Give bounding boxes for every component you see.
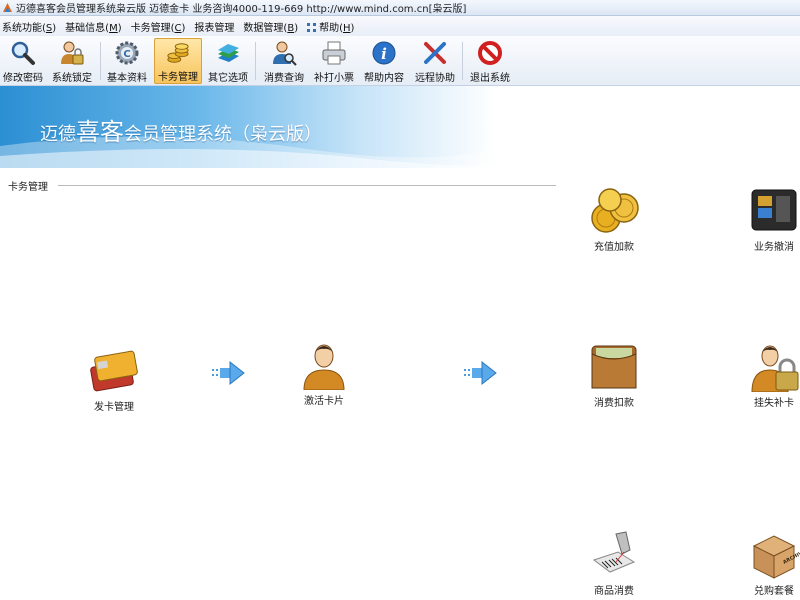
menu-card-management[interactable]: 卡务管理(C) [131, 19, 190, 34]
package-redeem-button[interactable]: ARCHIVE 兑购套餐 [748, 530, 800, 597]
consume-deduct-button[interactable]: 消费扣款 [588, 342, 640, 409]
credit-cards-icon [90, 350, 138, 392]
section-divider [58, 185, 556, 186]
help-content-button[interactable]: i 帮助内容 [362, 38, 406, 84]
recharge-button[interactable]: 充值加款 [588, 186, 640, 253]
svg-text:C: C [123, 49, 130, 60]
activate-card-button[interactable]: 激活卡片 [298, 340, 350, 407]
banner-title: 迈德喜客会员管理系统（枭云版） [40, 118, 322, 146]
flow-arrow-icon [212, 360, 245, 386]
window-title: 迈德喜客会员管理系统枭云版 迈德金卡 业务咨询4000-119-669 http… [16, 4, 467, 15]
toolbar-separator [100, 42, 101, 80]
toolbar: 修改密码 系统锁定 C 基本资料 卡务管理 其它选项 消费查询 补打小票 i 帮… [0, 36, 800, 86]
user-icon [303, 344, 345, 390]
gold-coins-icon [591, 188, 639, 233]
reprint-receipt-button[interactable]: 补打小票 [312, 38, 356, 84]
wallet-icon [751, 189, 797, 231]
stop-icon [478, 41, 502, 65]
section-title: 卡务管理 [8, 182, 48, 193]
remote-assist-button[interactable]: 远程协助 [412, 38, 458, 84]
tools-icon [424, 42, 446, 64]
other-options-button[interactable]: 其它选项 [206, 38, 250, 84]
svg-text:i: i [381, 45, 387, 63]
menu-bar: 系统功能(S) 基础信息(M) 卡务管理(C) 报表管理 数据管理(B) 帮助(… [0, 16, 800, 36]
card-management-button[interactable]: 卡务管理 [154, 38, 202, 84]
menu-reports[interactable]: 报表管理 [194, 19, 238, 34]
toolbar-separator [462, 42, 463, 80]
user-search-icon [273, 41, 297, 66]
cancel-transaction-button[interactable]: 业务撤消 [748, 186, 800, 253]
printer-icon [322, 41, 346, 65]
app-icon [3, 3, 12, 12]
change-password-button[interactable]: 修改密码 [2, 38, 44, 84]
issue-card-button[interactable]: 发卡管理 [88, 346, 140, 413]
exit-system-button[interactable]: 退出系统 [467, 38, 513, 84]
user-padlock-icon [751, 345, 799, 392]
consumption-query-button[interactable]: 消费查询 [260, 38, 308, 84]
leather-wallet-icon [591, 345, 637, 389]
user-lock-icon [61, 41, 84, 65]
toolbar-separator [255, 42, 256, 80]
info-icon: i [372, 41, 396, 65]
grid-icon [307, 22, 317, 32]
barcode-scanner-icon [592, 531, 636, 573]
flow-arrow-icon [464, 360, 497, 386]
menu-help[interactable]: 帮助(H) [307, 19, 358, 34]
gear-icon: C [115, 41, 139, 65]
menu-basic-info[interactable]: 基础信息(M) [65, 19, 125, 34]
menu-system[interactable]: 系统功能(S) [2, 19, 60, 34]
coins-icon [167, 43, 189, 63]
goods-consume-button[interactable]: 商品消费 [588, 530, 640, 597]
menu-data[interactable]: 数据管理(B) [243, 19, 302, 34]
banner: 迈德喜客会员管理系统（枭云版） [0, 86, 800, 168]
magnifier-icon [11, 41, 35, 65]
system-lock-button[interactable]: 系统锁定 [50, 38, 94, 84]
report-loss-button[interactable]: 挂失补卡 [748, 342, 800, 409]
basic-info-button[interactable]: C 基本资料 [105, 38, 149, 84]
archive-box-icon: ARCHIVE [752, 535, 800, 579]
title-bar: 迈德喜客会员管理系统枭云版 迈德金卡 业务咨询4000-119-669 http… [0, 0, 800, 16]
books-icon [218, 44, 239, 62]
